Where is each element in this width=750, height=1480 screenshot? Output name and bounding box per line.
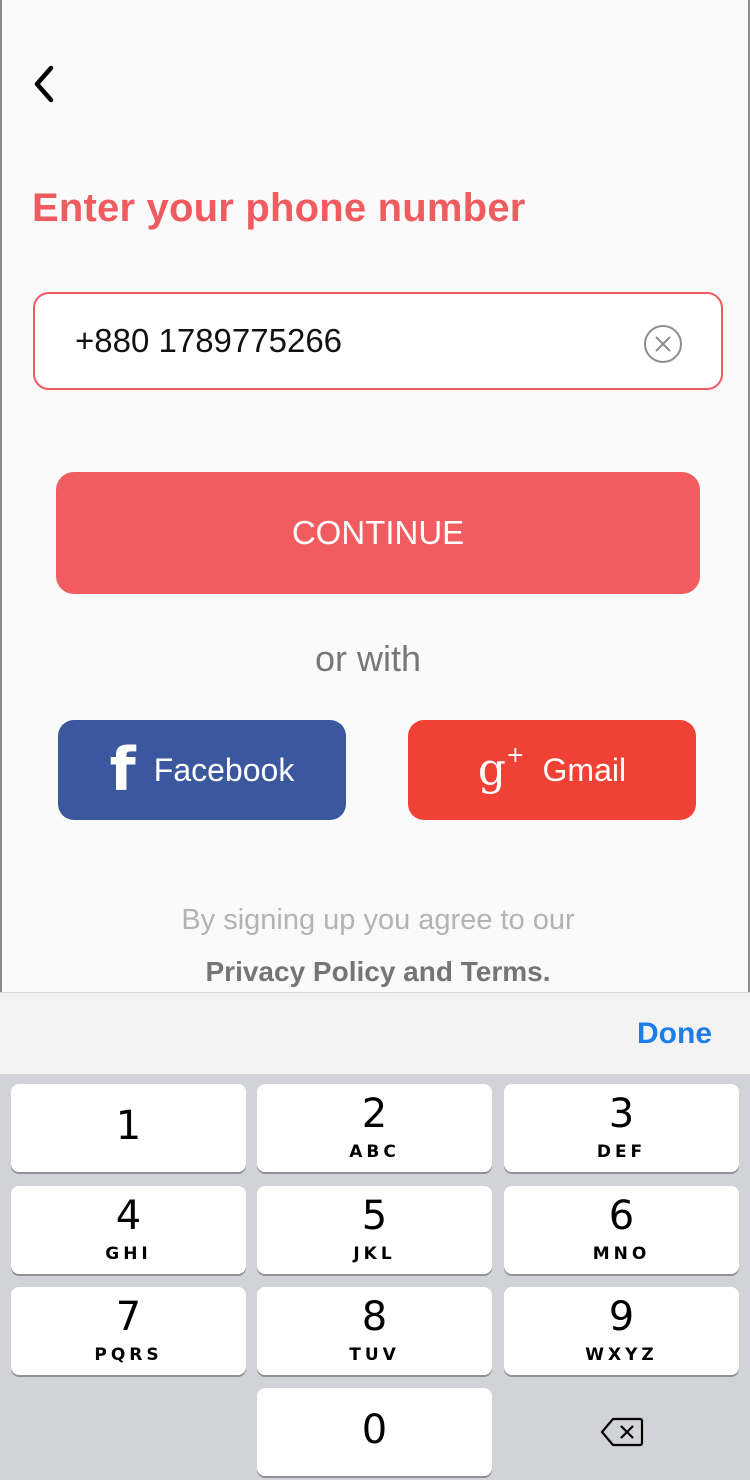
- key-3[interactable]: 3 DEF: [504, 1084, 739, 1172]
- backspace-icon: [600, 1417, 643, 1447]
- phone-input[interactable]: [75, 316, 635, 366]
- clear-button[interactable]: [643, 324, 683, 364]
- or-with-label: or with: [314, 638, 422, 679]
- key-number: 0: [361, 1407, 388, 1453]
- done-button[interactable]: Done: [637, 1017, 712, 1051]
- delete-key[interactable]: [504, 1388, 739, 1476]
- key-letters: JKL: [353, 1244, 396, 1264]
- facebook-button[interactable]: f Facebook: [58, 720, 346, 820]
- key-letters: DEF: [596, 1142, 647, 1162]
- key-number: 7: [115, 1294, 142, 1340]
- key-number: 1: [115, 1103, 142, 1149]
- signup-screen: Enter your phone number CONTINUE or with…: [0, 0, 750, 992]
- key-number: 2: [361, 1091, 388, 1137]
- clear-circle-icon: [644, 325, 682, 363]
- key-letters: WXYZ: [585, 1345, 658, 1365]
- privacy-terms-link[interactable]: Privacy Policy and Terms.: [2, 956, 750, 988]
- numeric-keypad: 1 2 ABC 3 DEF 4 GHI 5 JKL 6 MNO 7 PQRS 8…: [0, 1074, 750, 1480]
- page-title: Enter your phone number: [32, 186, 526, 230]
- phone-field[interactable]: [33, 292, 723, 390]
- terms-text: By signing up you agree to our: [181, 904, 575, 936]
- key-9[interactable]: 9 WXYZ: [504, 1287, 739, 1375]
- key-number: 5: [361, 1193, 388, 1239]
- keyboard-accessory-bar: Done: [0, 992, 750, 1074]
- facebook-label: Facebook: [153, 751, 295, 788]
- chevron-left-icon: [34, 65, 54, 103]
- key-6[interactable]: 6 MNO: [504, 1186, 739, 1274]
- key-1[interactable]: 1: [11, 1084, 246, 1172]
- gmail-button[interactable]: g+ Gmail: [408, 720, 696, 820]
- key-number: 6: [608, 1193, 635, 1239]
- key-number: 8: [361, 1294, 388, 1340]
- key-letters: GHI: [105, 1244, 152, 1264]
- key-8[interactable]: 8 TUV: [257, 1287, 492, 1375]
- key-0[interactable]: 0: [257, 1388, 492, 1476]
- facebook-icon: f: [109, 735, 136, 805]
- key-letters: ABC: [349, 1142, 400, 1162]
- back-button[interactable]: [24, 62, 64, 106]
- key-7[interactable]: 7 PQRS: [11, 1287, 246, 1375]
- key-number: 3: [608, 1091, 635, 1137]
- key-letters: MNO: [592, 1244, 651, 1264]
- key-4[interactable]: 4 GHI: [11, 1186, 246, 1274]
- continue-button[interactable]: CONTINUE: [56, 472, 700, 594]
- gmail-label: Gmail: [542, 751, 627, 788]
- key-5[interactable]: 5 JKL: [257, 1186, 492, 1274]
- key-letters: PQRS: [94, 1345, 163, 1365]
- key-2[interactable]: 2 ABC: [257, 1084, 492, 1172]
- key-number: 9: [608, 1294, 635, 1340]
- key-number: 4: [115, 1193, 142, 1239]
- google-plus-icon: g+: [477, 743, 525, 795]
- key-letters: TUV: [349, 1345, 400, 1365]
